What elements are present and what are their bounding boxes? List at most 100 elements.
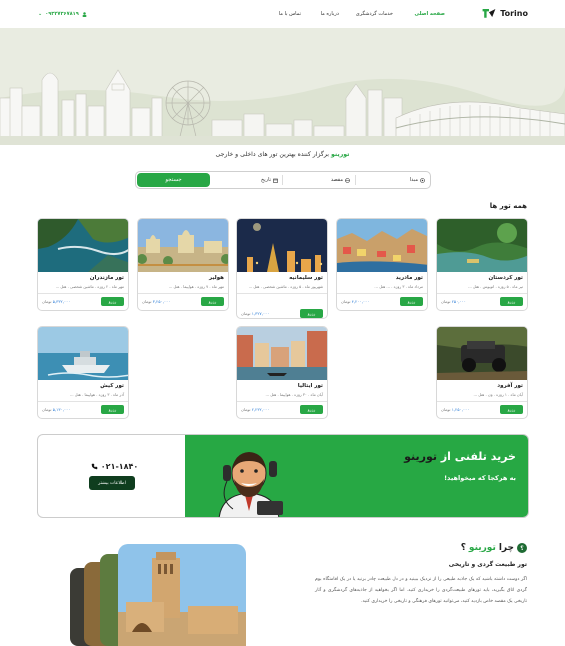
banner-green-panel: خرید تلفنی از تورینو به هرکجا که میخواهی… [185, 435, 528, 517]
divider [437, 401, 527, 402]
more-info-button[interactable]: اطلاعات بیشتر [89, 476, 135, 490]
phone-purchase-banner: خرید تلفنی از تورینو به هرکجا که میخواهی… [37, 434, 529, 518]
why-subtitle: تور طبیعت گردی و تاریخی [448, 561, 527, 568]
chevron-down-icon: ⌄ [38, 11, 43, 17]
phone-link[interactable]: ⌄ ۰۹۳۲۷۳۶۷۸۱۹ [38, 11, 87, 17]
price-currency: تومان [42, 407, 52, 412]
tour-card[interactable]: تور ایتالیا آبان ماه . ۳۰ روزه . هواپیما… [236, 326, 328, 419]
calendar-icon [273, 178, 278, 183]
tour-details: آبان ماه . ۱ روزه . ون . هتل ... [473, 392, 523, 397]
banner-title-part1: خرید تلفنی از [436, 450, 516, 463]
tour-price: ۵,۱۳۰,۰۰۰ تومان [42, 407, 70, 412]
search-divider [282, 175, 283, 185]
price-currency: تومان [441, 407, 451, 412]
question-mark-text: ؟ [460, 543, 466, 553]
tour-title: تور مازندران [89, 275, 124, 281]
tour-title: تور ایتالیا [297, 383, 323, 389]
destination-field[interactable]: مقصد [331, 172, 350, 188]
why-title-part1: چرا [498, 543, 514, 553]
tagline-brand: تورینو [330, 151, 350, 158]
nav-services[interactable]: خدمات گردشگری [356, 11, 393, 17]
destination-label: مقصد [330, 177, 343, 183]
question-badge: ؟ [517, 543, 527, 553]
tour-title: تور آفرود [497, 383, 523, 389]
tour-title: تور سلیمانیه [289, 275, 323, 281]
banner-title-part2: تورینو [404, 450, 437, 463]
price-value: ۱,۳۲۷,۰۰۰ [251, 311, 270, 316]
banner-title: خرید تلفنی از تورینو [404, 450, 516, 463]
tour-image-erbil [138, 219, 228, 272]
reserve-button[interactable]: رزرو [400, 297, 423, 306]
divider [38, 293, 128, 294]
price-value: ۴,۲۰۰,۰۰۰ [351, 299, 370, 304]
tour-price: ۲۵۰,۰۰۰ تومان [441, 299, 466, 304]
hero-banner [0, 28, 565, 145]
tour-title: تور مادرید [395, 275, 423, 281]
reserve-button[interactable]: رزرو [101, 405, 124, 414]
hero-tagline: تورینو برگزار کننده بهترین تور های داخلی… [0, 151, 565, 158]
why-body-text: اگر دوست داشته باشید که یک جاذبه طبیعی ر… [315, 577, 527, 604]
tour-card[interactable]: تور آفرود آبان ماه . ۱ روزه . ون . هتل .… [436, 326, 528, 419]
price-currency: تومان [341, 299, 351, 304]
logo-text: Torino [500, 8, 528, 18]
site-header: Torino صفحه اصلی خدمات گردشگری درباره ما… [0, 0, 565, 28]
tour-image-mazandaran [38, 219, 128, 272]
tour-details: مهر ماه . ۲ روزه . ماشین شخصی . هتل ... [55, 284, 124, 289]
reserve-button[interactable]: رزرو [500, 297, 523, 306]
tour-image-offroad [437, 327, 527, 380]
tour-title: تور کردستان [488, 275, 523, 281]
banner-subtitle: به هرکجا که میخواهید! [444, 474, 516, 482]
globe-icon [345, 177, 350, 183]
reserve-button[interactable]: رزرو [201, 297, 224, 306]
divider [237, 401, 327, 402]
logo[interactable]: Torino [481, 7, 528, 19]
reserve-button[interactable]: رزرو [101, 297, 124, 306]
tour-price: ۵,۳۳۲,۰۰۰ تومان [42, 299, 70, 304]
tour-details: آذر ماه . ۳ روزه . هواپیما . هتل ... [69, 392, 124, 397]
man-on-phone-illustration [218, 452, 283, 517]
tour-image-kish [38, 327, 128, 380]
tour-card[interactable]: تور کیش آذر ماه . ۳ روزه . هواپیما . هتل… [37, 326, 129, 419]
price-value: ۵,۱۳۰,۰۰۰ [52, 407, 71, 412]
tour-card[interactable]: تور مادرید مرداد ماه . ۳ روزه . ... هتل … [336, 218, 428, 311]
tour-image-italy [237, 327, 327, 380]
divider [437, 293, 527, 294]
origin-field[interactable]: مبدا [410, 172, 425, 188]
nav-home[interactable]: صفحه اصلی [415, 11, 445, 17]
price-value: ۲,۲۳۲,۰۰۰ [251, 407, 270, 412]
tour-card[interactable]: هولیر مهر ماه . ۷ روزه . هواپیما . هتل .… [137, 218, 229, 311]
tour-title: هولیر [209, 275, 224, 281]
price-currency: تومان [42, 299, 52, 304]
phone-icon [91, 463, 98, 470]
tour-card[interactable]: تور کردستان تیر ماه . ۵ روزه . اتوبوس . … [436, 218, 528, 311]
divider [138, 293, 228, 294]
tour-details: تیر ماه . ۵ روزه . اتوبوس . هتل ... [468, 284, 523, 289]
tour-card[interactable]: تور سلیمانیه شهریور ماه . ۵ روزه . ماشین… [236, 218, 328, 319]
nav-about[interactable]: درباره ما [321, 11, 339, 17]
tour-price: ۱,۲۵۰,۰۰۰ تومان [441, 407, 469, 412]
origin-label: مبدا [409, 177, 418, 183]
price-value: ۳,۲۵۰,۰۰۰ [152, 299, 171, 304]
tour-price: ۴,۲۰۰,۰۰۰ تومان [341, 299, 369, 304]
divider [38, 401, 128, 402]
why-torino-title: ؟ چرا تورینو ؟ [461, 543, 527, 553]
reserve-button[interactable]: رزرو [300, 405, 323, 414]
nav-contact[interactable]: تماس با ما [279, 11, 301, 17]
tour-card[interactable]: تور مازندران مهر ماه . ۲ روزه . ماشین شخ… [37, 218, 129, 311]
reserve-button[interactable]: رزرو [300, 309, 323, 318]
date-field[interactable]: تاریخ [261, 172, 278, 188]
divider [237, 293, 327, 294]
header-phone: ۰۹۳۲۷۳۶۷۸۱۹ [45, 11, 79, 17]
divider [337, 293, 427, 294]
city-skyline-illustration [0, 28, 565, 145]
banner-phone-number[interactable]: ۰۲۱-۱۸۴۰ [91, 462, 138, 471]
tour-details: مهر ماه . ۷ روزه . هواپیما . هتل ... [168, 284, 224, 289]
price-currency: تومان [241, 311, 251, 316]
tagline-text: برگزار کننده بهترین تور های داخلی و خارج… [215, 151, 331, 158]
phone-icon [82, 11, 87, 17]
price-value: ۱,۲۵۰,۰۰۰ [451, 407, 470, 412]
price-currency: تومان [441, 299, 451, 304]
tour-image-kurdistan [437, 219, 527, 272]
search-button[interactable]: جستجو [137, 173, 210, 187]
reserve-button[interactable]: رزرو [500, 405, 523, 414]
